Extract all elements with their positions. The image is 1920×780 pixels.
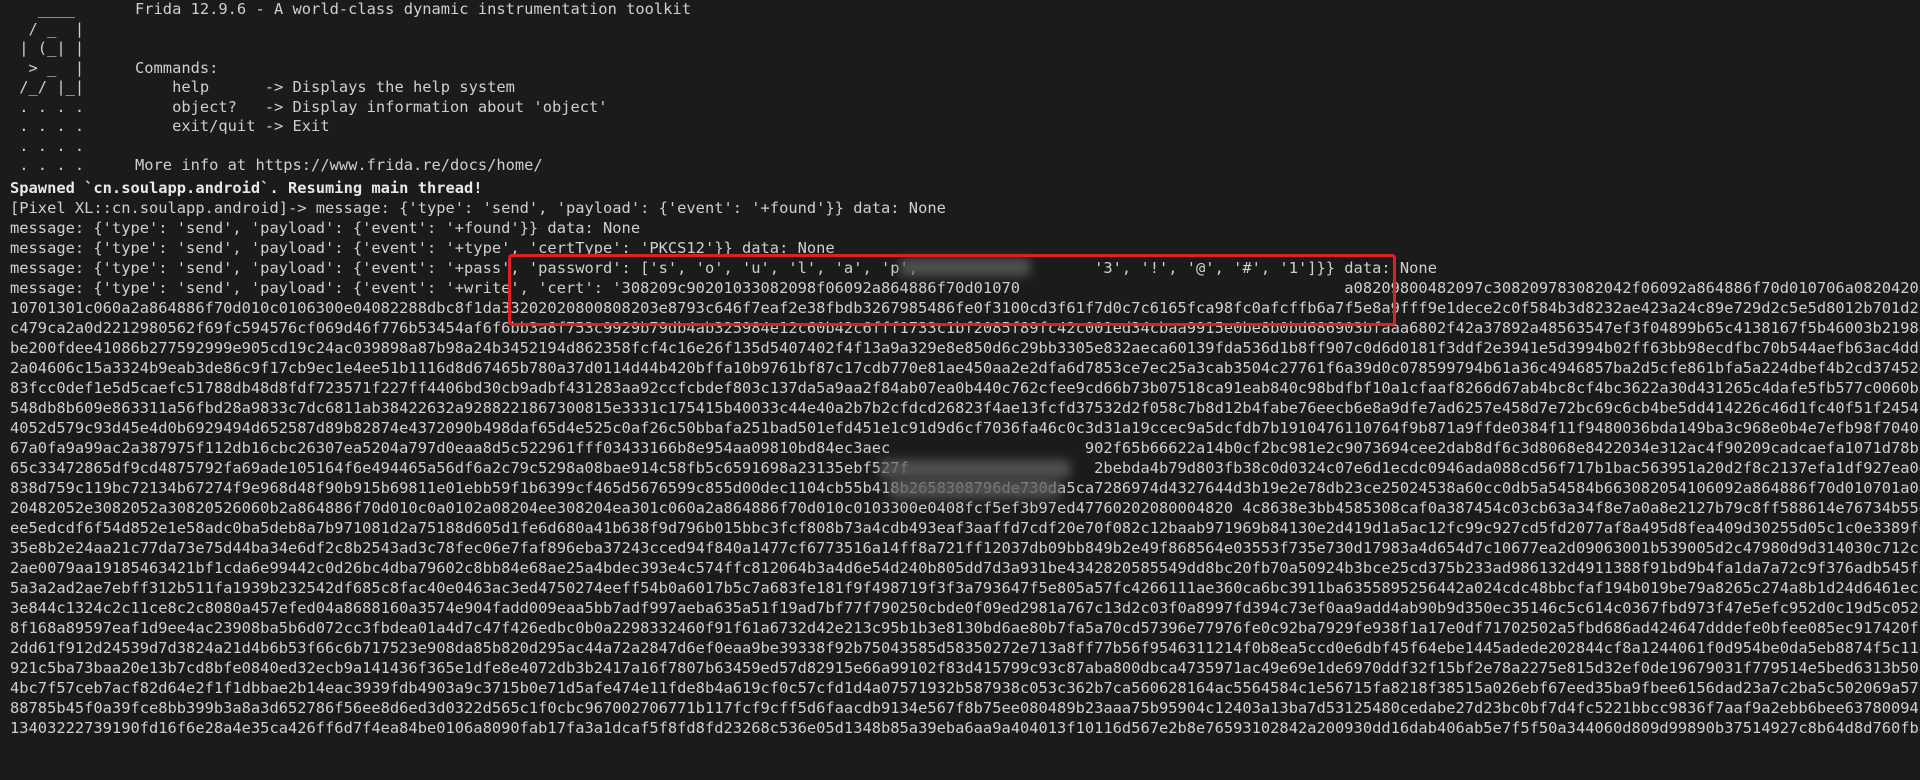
output-line: 20482052e3082052a30820526060b2a864886f70… xyxy=(10,498,1920,517)
banner-row: . . . . xyxy=(10,137,1920,157)
commands-heading: Commands: xyxy=(135,58,219,77)
banner-row: / _ | xyxy=(10,20,1920,40)
output-line: 4bc7f57ceb7acf82d64e2f1f1dbbae2b14eac393… xyxy=(10,678,1920,697)
output-line: 3e844c1324c2c11ce8c2c8080a457efed04a8688… xyxy=(10,598,1920,617)
frida-logo-ascii: | (_| | xyxy=(10,39,85,57)
output-line: [Pixel XL::cn.soulapp.android]-> message… xyxy=(10,198,946,217)
redaction-blur xyxy=(880,460,1070,478)
docs-link-text: More info at https://www.frida.re/docs/h… xyxy=(135,156,543,174)
frida-logo-ascii: . . . . xyxy=(10,117,85,135)
output-line: 2ae0079aa19185463421bf1cda6e99442c0d26bc… xyxy=(10,558,1920,577)
output-line: 67a0fa9a99ac2a387975f112db16cbc26307ea52… xyxy=(10,438,1920,457)
command-help: help -> Displays the help system xyxy=(135,78,515,96)
banner-row: . . . . More info at https://www.frida.re… xyxy=(10,156,1920,176)
output-line: 13403222739190fd16f6e28a4e35ca426ff6d7f4… xyxy=(10,718,1920,737)
highlight-annotation-box xyxy=(508,254,1396,326)
frida-logo-ascii: / _ | xyxy=(10,19,85,38)
banner-text: Frida 12.9.6 - A world-class dynamic ins… xyxy=(135,0,691,18)
frida-logo-ascii: . . . . xyxy=(10,97,85,116)
frida-logo-ascii: . . . . xyxy=(10,156,85,174)
command-object: object? -> Display information about 'ob… xyxy=(135,97,608,116)
frida-logo-ascii: /_/ |_| xyxy=(10,78,85,96)
banner-row: > _ | Commands: xyxy=(10,59,1920,79)
banner-row: . . . . exit/quit -> Exit xyxy=(10,117,1920,137)
frida-logo-ascii: . . . . xyxy=(10,136,85,155)
output-line: 4052d579c93d45e4d0b6929494d652587d89b828… xyxy=(10,418,1920,437)
output-line: 2a04606c15a3324b9eab3de86c9f17cb9ec1e4ee… xyxy=(10,358,1920,377)
output-line: Spawned `cn.soulapp.android`. Resuming m… xyxy=(10,178,483,197)
output-line: 8f168a89597eaf1d9ee4ac23908ba5b6d072cc3f… xyxy=(10,618,1920,637)
command-exit: exit/quit -> Exit xyxy=(135,117,330,135)
output-line: 5a3a2ad2ae7ebff312b511fa1939b232542df685… xyxy=(10,578,1920,597)
output-line: ee5edcdf6f54d852e1e58adc0ba5deb8a7b97108… xyxy=(10,518,1920,537)
frida-logo-ascii: ____ xyxy=(10,0,75,18)
output-line: message: {'type': 'send', 'payload': {'e… xyxy=(10,218,641,237)
output-line: be200fdee41086b277592999e905cd19c24ac039… xyxy=(10,338,1920,357)
terminal-window[interactable]: ____ Frida 12.9.6 - A world-class dynamic… xyxy=(0,0,1920,780)
banner-row: | (_| | xyxy=(10,39,1920,59)
banner-row: ____ Frida 12.9.6 - A world-class dynamic… xyxy=(10,0,1920,20)
banner-row: . . . . object? -> Display information a… xyxy=(10,98,1920,118)
output-line: 35e8b2e24aa21c77da73e75d44ba34e6df2c8b25… xyxy=(10,538,1920,557)
frida-banner: ____ Frida 12.9.6 - A world-class dynamic… xyxy=(10,0,1920,176)
output-line: 548db8b609e863311a56fbd28a9833c7dc6811ab… xyxy=(10,398,1920,417)
redaction-blur xyxy=(890,480,1060,498)
output-line: 2dd61f912d24539d7d3824a21d4b6b53f66c6b71… xyxy=(10,638,1920,657)
frida-logo-ascii: > _ | xyxy=(10,58,85,77)
output-line: 921c5ba73baa20e13b7cd8bfe0840ed32ecb9a14… xyxy=(10,658,1920,677)
output-line: 88785b45f0a39fce8bb399b3a8a3d652786f56ee… xyxy=(10,698,1920,717)
output-line: 83fcc0def1e5d5caefc51788db48d8fdf723571f… xyxy=(10,378,1920,397)
banner-row: /_/ |_| help -> Displays the help system xyxy=(10,78,1920,98)
